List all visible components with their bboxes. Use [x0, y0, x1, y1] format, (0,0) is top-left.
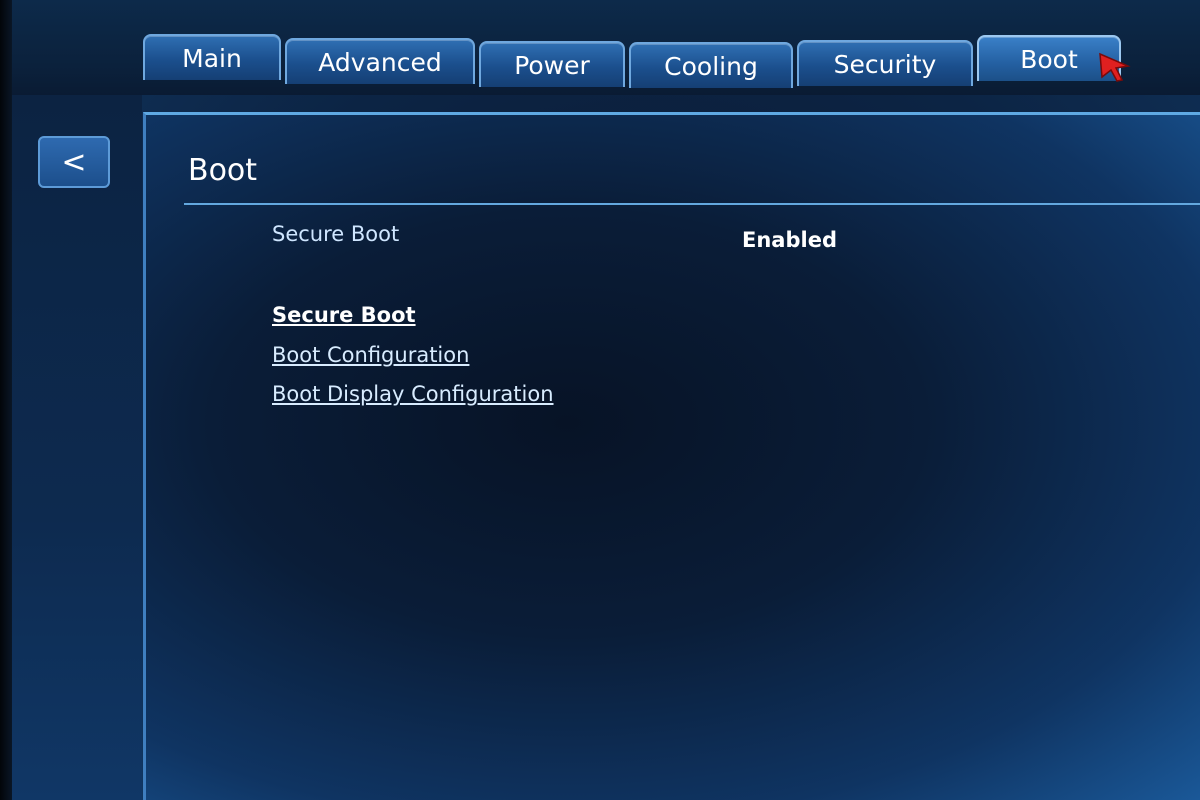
- secure-boot-label: Secure Boot: [272, 222, 400, 246]
- tab-label: Boot: [1020, 44, 1078, 74]
- monitor-bezel: [0, 0, 12, 800]
- link-boot-configuration[interactable]: Boot Configuration: [272, 343, 469, 367]
- tab-label: Cooling: [664, 51, 758, 81]
- tab-power[interactable]: Power: [479, 41, 625, 87]
- mouse-pointer-icon: [1099, 52, 1131, 82]
- secure-boot-value: Enabled: [742, 228, 837, 252]
- tab-label: Security: [833, 49, 937, 79]
- link-boot-display-configuration[interactable]: Boot Display Configuration: [272, 382, 554, 406]
- bios-screen: Main Advanced Power Cooling Security Boo…: [0, 0, 1200, 800]
- link-secure-boot[interactable]: Secure Boot: [272, 303, 416, 327]
- left-sidebar: [12, 95, 142, 800]
- back-button[interactable]: <: [38, 136, 110, 188]
- tab-label: Power: [514, 50, 590, 80]
- page-title: Boot: [188, 153, 258, 188]
- tab-cooling[interactable]: Cooling: [629, 42, 793, 88]
- tab-security[interactable]: Security: [797, 40, 973, 86]
- title-divider: [184, 203, 1200, 205]
- boot-panel: Boot Secure Boot Enabled Secure Boot Boo…: [143, 112, 1200, 800]
- tab-bar: Main Advanced Power Cooling Security Boo…: [143, 32, 1133, 88]
- tab-label: Advanced: [318, 47, 442, 77]
- tab-main[interactable]: Main: [143, 34, 281, 80]
- tab-label: Main: [182, 43, 242, 73]
- back-button-label: <: [61, 144, 87, 180]
- tab-advanced[interactable]: Advanced: [285, 38, 475, 84]
